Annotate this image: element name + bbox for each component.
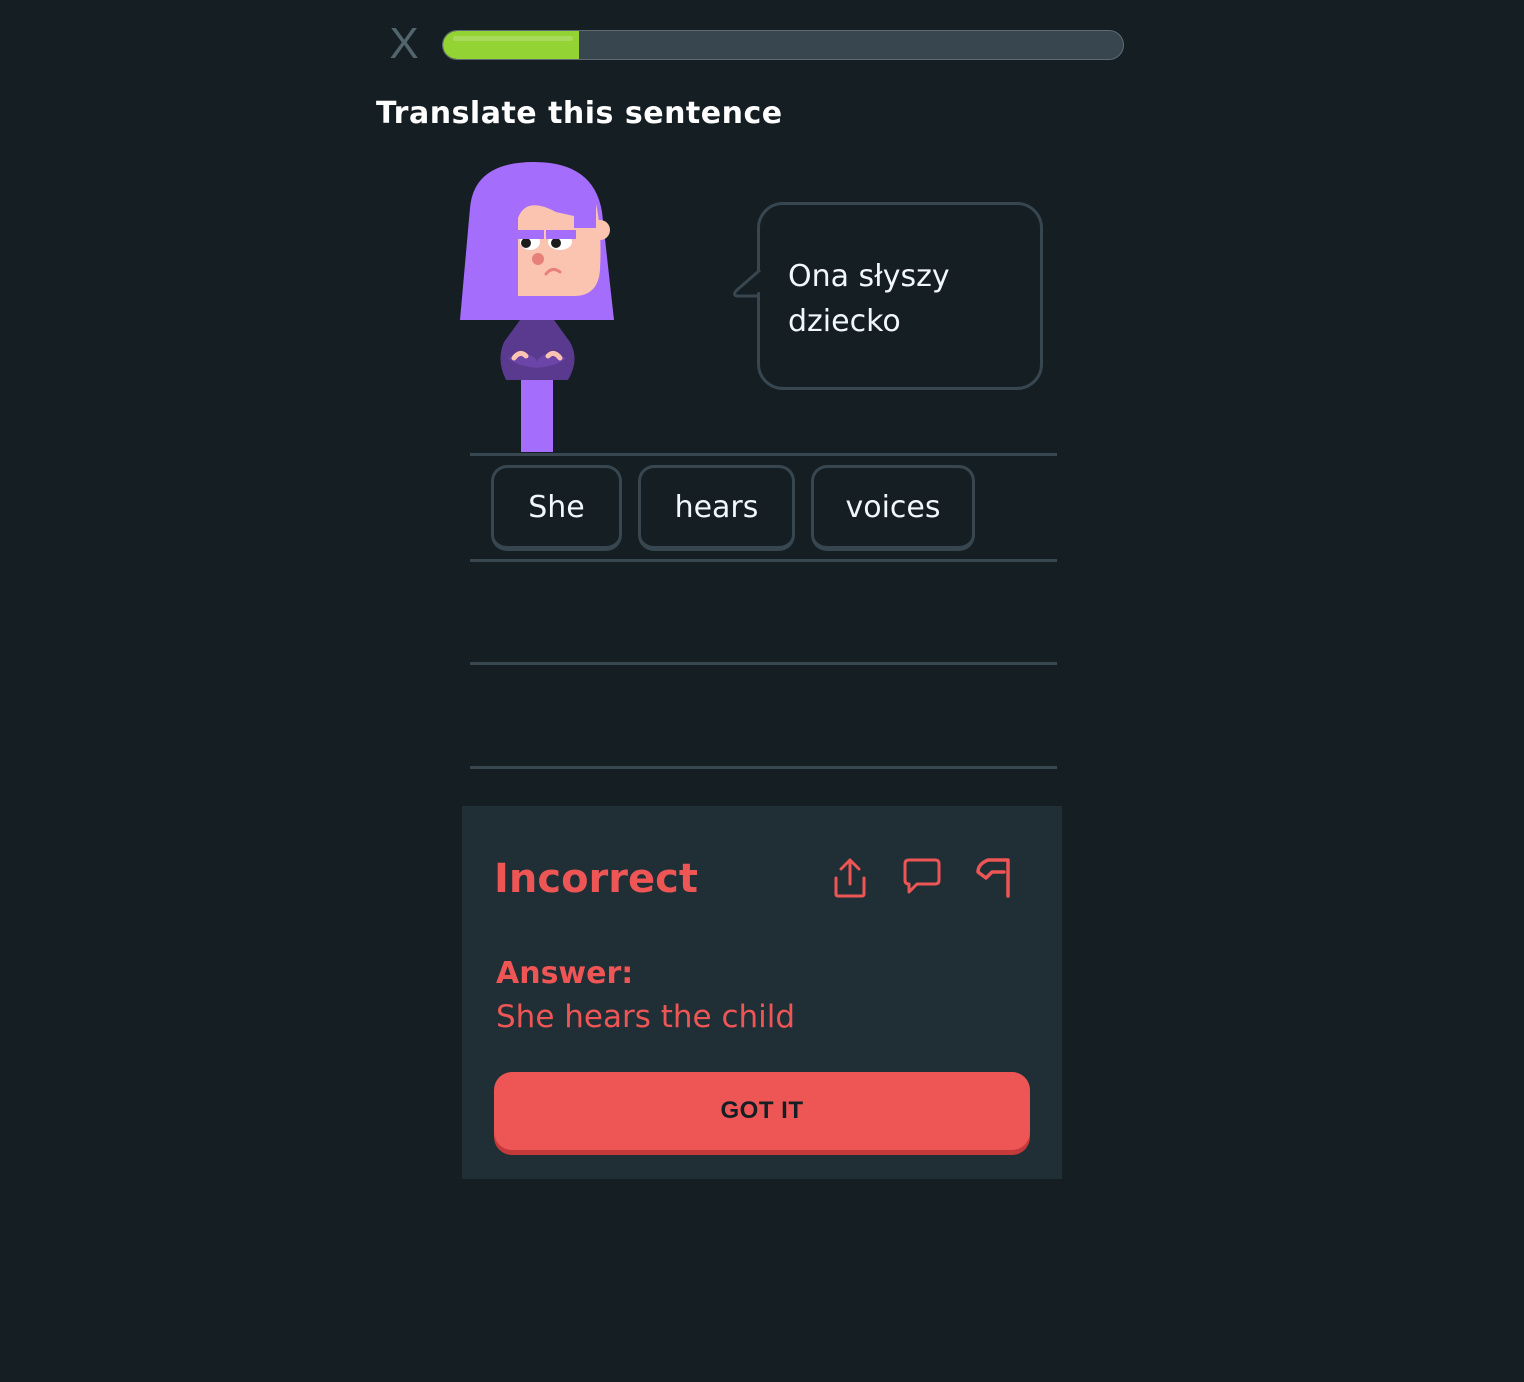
word-chip[interactable]: hears [638, 465, 795, 551]
answer-line [470, 559, 1057, 562]
feedback-status: Incorrect [494, 856, 698, 902]
answer-label: Answer: [496, 956, 634, 991]
character-illustration [460, 162, 614, 452]
comment-icon[interactable] [899, 856, 943, 900]
word-chip[interactable]: She [491, 465, 622, 551]
correct-answer: She hears the child [496, 999, 796, 1035]
close-button[interactable]: X [384, 22, 424, 66]
speech-bubble-tail [733, 270, 761, 298]
lesson-page: X Translate this sentence Ona słyszy dzi… [0, 0, 1524, 1382]
progress-fill [443, 31, 579, 59]
got-it-button[interactable]: GOT IT [494, 1072, 1030, 1150]
lesson-progress-bar [442, 30, 1124, 60]
page-title: Translate this sentence [376, 96, 783, 131]
prompt-sentence[interactable]: Ona słyszy dziecko [788, 254, 1018, 344]
prompt-line-1: Ona słyszy [788, 259, 950, 294]
answer-line [470, 662, 1057, 665]
flag-icon[interactable] [972, 856, 1016, 900]
answer-line [470, 766, 1057, 769]
prompt-line-2: dziecko [788, 304, 901, 339]
word-chip[interactable]: voices [811, 465, 975, 551]
answer-line [470, 453, 1057, 456]
feedback-panel: Incorrect Answer: She hears the child GO… [462, 806, 1062, 1179]
share-icon[interactable] [828, 856, 872, 900]
